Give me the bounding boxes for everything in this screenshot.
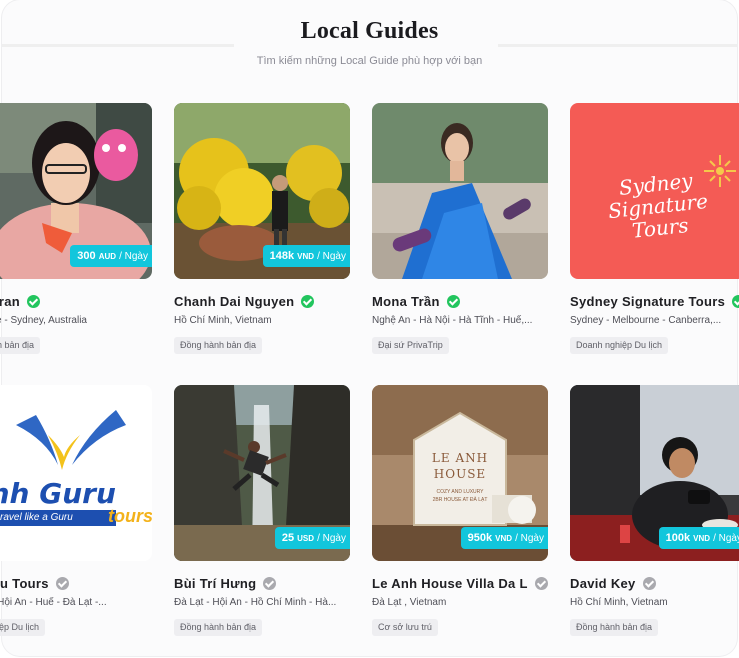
guide-location: Hồ Chí Minh, Vietnam bbox=[174, 315, 272, 326]
price-badge: 25 USD / Ngày bbox=[274, 527, 350, 549]
guide-location: Hồ Chí Minh, Vietnam bbox=[570, 597, 668, 608]
guide-photo[interactable]: 148k VND / Ngày bbox=[174, 103, 350, 279]
guide-name[interactable]: Chanh Dai Nguyen bbox=[174, 292, 350, 310]
logo-slogan: ravel like a Guru bbox=[0, 512, 73, 523]
verified-check-icon bbox=[732, 294, 739, 308]
guide-photo[interactable]: LE ANH HOUSE COZY AND LUXURY 2BR HOUSE A… bbox=[372, 385, 548, 561]
guide-logo[interactable]: Sydney Signature Tours bbox=[570, 103, 739, 279]
page-subtitle: Tìm kiếm những Local Guide phù hợp với b… bbox=[256, 55, 483, 67]
unverified-check-icon bbox=[642, 576, 656, 590]
price-badge: 300 AUD / Ngày bbox=[70, 245, 152, 267]
guide-location: Đà Lạt - Hội An - Hồ Chí Minh - Hà... bbox=[174, 597, 337, 608]
guide-category-tag: Đại sứ PrivaTrip bbox=[372, 337, 449, 354]
sign-subtitle-line2: 2BR HOUSE AT ĐÀ LẠT bbox=[432, 497, 488, 503]
guide-card[interactable]: 25 USD / Ngày Bùi Trí Hưng Đà Lạt - Hội … bbox=[174, 385, 350, 636]
guide-name[interactable]: Mona Trần bbox=[372, 292, 548, 310]
verified-check-icon bbox=[301, 294, 315, 308]
guide-logo[interactable]: inh Guru ravel like a Guru tours bbox=[0, 385, 152, 561]
guide-card[interactable]: LE ANH HOUSE COZY AND LUXURY 2BR HOUSE A… bbox=[372, 385, 548, 636]
guide-card[interactable]: 100k VND / Ngày David Key Hồ Chí Minh, V… bbox=[570, 385, 739, 636]
guide-category-tag: Đồng hành bản địa bbox=[570, 619, 659, 636]
page-title: Local Guides bbox=[300, 18, 439, 44]
guide-card[interactable]: inh Guru ravel like a Guru tours Guru To… bbox=[0, 385, 152, 636]
guide-location: Nghệ An - Hà Nội - Hà Tĩnh - Huế,... bbox=[372, 315, 533, 326]
guide-name[interactable]: Bùi Trí Hưng bbox=[174, 574, 350, 592]
guide-photo[interactable]: 100k VND / Ngày bbox=[570, 385, 739, 561]
guide-name[interactable]: ia Tran bbox=[0, 292, 152, 310]
guide-name[interactable]: Guru Tours bbox=[0, 574, 152, 592]
guide-category-tag: Cơ sở lưu trú bbox=[372, 619, 438, 636]
sign-subtitle-line1: COZY AND LUXURY bbox=[436, 489, 484, 495]
guide-card[interactable]: Mona Trần Nghệ An - Hà Nội - Hà Tĩnh - H… bbox=[372, 103, 548, 354]
guide-name[interactable]: David Key bbox=[570, 574, 739, 592]
guide-location: An - Hội An - Huế - Đà Lạt -... bbox=[0, 597, 107, 608]
sign-title-line2: HOUSE bbox=[433, 467, 487, 481]
guide-name[interactable]: Le Anh House Villa Da L... bbox=[372, 574, 548, 592]
guide-location: Đà Lạt , Vietnam bbox=[372, 597, 447, 608]
guide-location: Sydney - Melbourne - Canberra,... bbox=[570, 315, 722, 326]
guide-card[interactable]: 148k VND / Ngày Chanh Dai Nguyen Hồ Chí … bbox=[174, 103, 350, 354]
guide-location: ourne - Sydney, Australia bbox=[0, 315, 87, 326]
guide-category-tag: Doanh nghiệp Du lịch bbox=[570, 337, 669, 354]
guide-card[interactable]: 300 AUD / Ngày ia Tran ourne - Sydney, A… bbox=[0, 103, 152, 354]
verified-check-icon bbox=[446, 294, 460, 308]
unverified-check-icon bbox=[535, 576, 548, 590]
unverified-check-icon bbox=[263, 576, 277, 590]
guide-category-tag: Đồng hành bản địa bbox=[174, 337, 263, 354]
guide-category-tag: Đồng hành bản địa bbox=[174, 619, 263, 636]
guide-photo[interactable] bbox=[372, 103, 548, 279]
guide-category-tag: nghiệp Du lịch bbox=[0, 619, 46, 636]
unverified-check-icon bbox=[55, 576, 69, 590]
guide-category-tag: hành bản địa bbox=[0, 337, 41, 354]
guide-photo[interactable]: 300 AUD / Ngày bbox=[0, 103, 152, 279]
price-badge: 148k VND / Ngày bbox=[262, 245, 350, 267]
guide-photo[interactable]: 25 USD / Ngày bbox=[174, 385, 350, 561]
sign-title-line1: LE ANH bbox=[431, 451, 489, 465]
price-badge: 950k VND / Ngày bbox=[460, 527, 548, 549]
verified-check-icon bbox=[27, 294, 41, 308]
guide-card[interactable]: Sydney Signature Tours Sydney Signature … bbox=[570, 103, 739, 354]
logo-slogan-word: tours bbox=[108, 506, 152, 526]
price-badge: 100k VND / Ngày bbox=[658, 527, 739, 549]
guide-name[interactable]: Sydney Signature Tours bbox=[570, 292, 739, 310]
